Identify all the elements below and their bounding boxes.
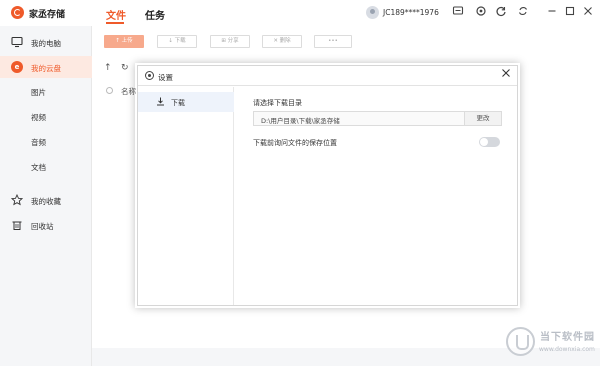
download-icon bbox=[156, 97, 165, 106]
sidebar-item-label: 我的电脑 bbox=[31, 39, 61, 48]
more-button[interactable]: ••• bbox=[314, 35, 352, 48]
refresh-list-icon[interactable]: ↻ bbox=[121, 63, 129, 73]
dialog-title: 设置 bbox=[158, 73, 173, 82]
app-title: 家丞存储 bbox=[29, 10, 66, 20]
settings-gear-icon bbox=[145, 71, 154, 80]
sidebar-item-label: 我的收藏 bbox=[31, 197, 61, 206]
sidebar-item-label: 我的云盘 bbox=[31, 64, 61, 73]
sidebar-item-favorites[interactable]: 我的收藏 bbox=[0, 189, 92, 211]
monitor-icon bbox=[11, 36, 23, 48]
sidebar-subitem-audio[interactable]: 音频 bbox=[31, 137, 46, 148]
message-icon[interactable] bbox=[451, 5, 465, 19]
dialog-nav-label: 下载 bbox=[171, 99, 185, 107]
settings-dialog: 设置 下载 请选择下载目录 D:\用户目录\下载\家丞存储 更改 下载前询问文件… bbox=[137, 65, 518, 306]
dialog-nav-download[interactable]: 下载 bbox=[138, 92, 234, 112]
delete-button[interactable]: ✕ 删除 bbox=[262, 35, 302, 48]
maximize-icon[interactable] bbox=[563, 5, 577, 19]
sidebar-subitem-pictures[interactable]: 图片 bbox=[31, 87, 46, 98]
dialog-sidebar: 下载 bbox=[138, 87, 234, 305]
upload-button[interactable]: ↑ 上传 bbox=[104, 35, 144, 48]
active-tab-indicator bbox=[106, 22, 124, 24]
up-directory-icon[interactable]: ↑ bbox=[104, 63, 112, 73]
dialog-header: 设置 bbox=[138, 66, 517, 86]
download-button[interactable]: ↓ 下载 bbox=[157, 35, 197, 48]
user-name[interactable]: JC189****1976 bbox=[383, 8, 439, 17]
watermark-url: www.downxia.com bbox=[539, 346, 595, 353]
title-bar: 家丞存储 文件 任务 JC189****1976 bbox=[0, 0, 600, 26]
change-dir-button[interactable]: 更改 bbox=[464, 111, 502, 126]
avatar[interactable] bbox=[366, 6, 379, 19]
ask-location-toggle[interactable] bbox=[479, 137, 500, 147]
sidebar-item-recycle-bin[interactable]: 回收站 bbox=[0, 214, 92, 236]
download-dir-field[interactable]: D:\用户目录\下载\家丞存储 更改 bbox=[253, 111, 502, 126]
column-header-name[interactable]: 名称 bbox=[121, 86, 136, 97]
sync-icon[interactable] bbox=[494, 5, 508, 19]
download-dir-value: D:\用户目录\下载\家丞存储 bbox=[261, 117, 340, 125]
download-dir-label: 请选择下载目录 bbox=[253, 99, 302, 107]
refresh-icon[interactable] bbox=[516, 5, 530, 19]
watermark-title: 当下软件园 bbox=[540, 332, 595, 343]
sidebar-subitem-documents[interactable]: 文档 bbox=[31, 162, 46, 173]
minimize-icon[interactable] bbox=[545, 5, 559, 19]
watermark-logo-icon bbox=[506, 327, 535, 356]
sidebar-item-my-computer[interactable]: 我的电脑 bbox=[0, 31, 92, 53]
share-button[interactable]: ⊞ 分享 bbox=[210, 35, 250, 48]
sidebar: 我的电脑 e 我的云盘 图片 视频 音频 文档 我的收藏 回收站 bbox=[0, 26, 92, 366]
trash-icon bbox=[11, 219, 23, 231]
dialog-close-icon[interactable] bbox=[499, 68, 513, 82]
sidebar-item-my-cloud[interactable]: e 我的云盘 bbox=[0, 56, 92, 78]
tab-tasks[interactable]: 任务 bbox=[145, 7, 165, 22]
cloud-drive-icon: e bbox=[11, 61, 23, 73]
ask-location-label: 下载前询问文件的保存位置 bbox=[253, 139, 337, 147]
sidebar-item-label: 回收站 bbox=[31, 222, 54, 231]
app-logo-icon bbox=[11, 6, 24, 19]
tab-files[interactable]: 文件 bbox=[106, 7, 126, 22]
close-icon[interactable] bbox=[581, 5, 595, 19]
star-icon bbox=[10, 193, 24, 206]
select-all-checkbox[interactable] bbox=[106, 87, 113, 94]
gear-icon[interactable] bbox=[474, 5, 488, 19]
sidebar-subitem-videos[interactable]: 视频 bbox=[31, 112, 46, 123]
